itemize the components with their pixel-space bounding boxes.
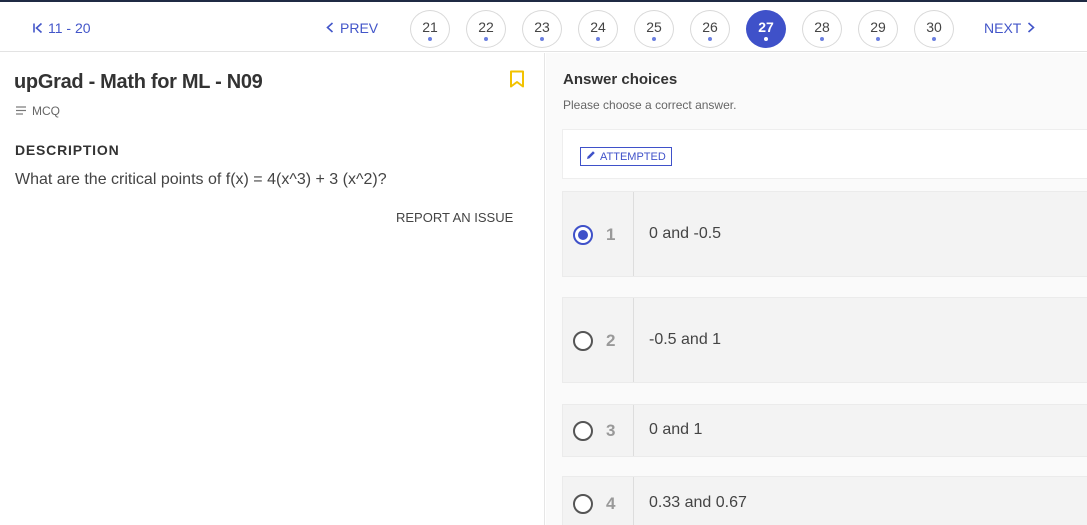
next-label: NEXT bbox=[984, 20, 1022, 36]
option-text: 0 and -0.5 bbox=[649, 225, 722, 242]
question-panel: upGrad - Math for ML - N09 MCQ DESCRIPTI… bbox=[0, 53, 545, 525]
question-type: MCQ bbox=[16, 104, 60, 118]
question-navigation-bar: 11 - 20 PREV 21 22 23 24 25 26 27 28 29 … bbox=[0, 0, 1087, 52]
status-box: ATTEMPTED bbox=[562, 129, 1087, 179]
page-button-27-current[interactable]: 27 bbox=[746, 10, 786, 48]
option-index: 2 bbox=[606, 331, 616, 350]
page-button-22[interactable]: 22 bbox=[466, 10, 506, 48]
page-button-26[interactable]: 26 bbox=[690, 10, 730, 48]
question-text: What are the critical points of f(x) = 4… bbox=[15, 171, 387, 188]
page-button-30[interactable]: 30 bbox=[914, 10, 954, 48]
chevron-right-icon bbox=[1027, 20, 1036, 36]
attempted-label: ATTEMPTED bbox=[600, 150, 666, 163]
range-selector[interactable]: 11 - 20 bbox=[32, 20, 91, 36]
attempt-dot bbox=[540, 37, 544, 41]
page-button-28[interactable]: 28 bbox=[802, 10, 842, 48]
attempt-dot bbox=[708, 37, 712, 41]
option-text: 0.33 and 0.67 bbox=[649, 494, 747, 511]
attempt-dot bbox=[652, 37, 656, 41]
question-type-label: MCQ bbox=[32, 104, 60, 118]
range-label: 11 - 20 bbox=[48, 20, 91, 36]
prev-button[interactable]: PREV bbox=[326, 20, 378, 36]
answer-panel: Answer choices Please choose a correct a… bbox=[546, 53, 1087, 525]
attempt-dot bbox=[428, 37, 432, 41]
option-text: -0.5 and 1 bbox=[649, 331, 722, 348]
next-button[interactable]: NEXT bbox=[984, 20, 1036, 36]
answer-option-2[interactable]: 2 -0.5 and 1 bbox=[562, 297, 1087, 383]
answer-choices-subheading: Please choose a correct answer. bbox=[563, 98, 737, 112]
first-page-icon bbox=[32, 22, 44, 34]
page-number: 26 bbox=[702, 19, 718, 35]
description-heading: DESCRIPTION bbox=[15, 142, 120, 158]
radio-button[interactable] bbox=[573, 331, 593, 351]
option-divider bbox=[633, 298, 634, 382]
page-button-25[interactable]: 25 bbox=[634, 10, 674, 48]
option-index: 4 bbox=[606, 494, 616, 513]
answer-choices-heading: Answer choices bbox=[563, 71, 678, 88]
page-number: 23 bbox=[534, 19, 550, 35]
chevron-left-icon bbox=[326, 20, 334, 36]
page-number: 28 bbox=[814, 19, 830, 35]
page-number: 24 bbox=[590, 19, 606, 35]
list-icon bbox=[16, 104, 26, 118]
option-divider bbox=[633, 477, 634, 525]
page-number: 27 bbox=[758, 19, 774, 35]
prev-label: PREV bbox=[340, 20, 379, 36]
pencil-icon bbox=[586, 150, 596, 163]
question-title: upGrad - Math for ML - N09 bbox=[14, 71, 263, 93]
page-number: 25 bbox=[646, 19, 662, 35]
page-button-23[interactable]: 23 bbox=[522, 10, 562, 48]
answer-option-3[interactable]: 3 0 and 1 bbox=[562, 404, 1087, 457]
option-divider bbox=[633, 405, 634, 456]
page-list: 21 22 23 24 25 26 27 28 29 30 bbox=[410, 10, 954, 48]
page-number: 30 bbox=[926, 19, 942, 35]
radio-button[interactable] bbox=[573, 421, 593, 441]
radio-button-selected[interactable] bbox=[573, 225, 593, 245]
page-number: 22 bbox=[478, 19, 494, 35]
answer-option-4[interactable]: 4 0.33 and 0.67 bbox=[562, 476, 1087, 525]
attempt-dot bbox=[764, 37, 768, 41]
option-text: 0 and 1 bbox=[649, 421, 703, 438]
attempt-dot bbox=[932, 37, 936, 41]
radio-button[interactable] bbox=[573, 494, 593, 514]
attempted-badge: ATTEMPTED bbox=[580, 147, 672, 166]
bookmark-icon[interactable] bbox=[509, 70, 525, 88]
attempt-dot bbox=[820, 37, 824, 41]
report-issue-link[interactable]: REPORT AN ISSUE bbox=[396, 210, 513, 225]
page-number: 29 bbox=[870, 19, 886, 35]
page-button-24[interactable]: 24 bbox=[578, 10, 618, 48]
option-divider bbox=[633, 192, 634, 276]
attempt-dot bbox=[876, 37, 880, 41]
attempt-dot bbox=[596, 37, 600, 41]
page-number: 21 bbox=[422, 19, 438, 35]
attempt-dot bbox=[484, 37, 488, 41]
option-index: 1 bbox=[606, 225, 616, 244]
answer-option-1[interactable]: 1 0 and -0.5 bbox=[562, 191, 1087, 277]
page-button-29[interactable]: 29 bbox=[858, 10, 898, 48]
page-button-21[interactable]: 21 bbox=[410, 10, 450, 48]
option-index: 3 bbox=[606, 421, 616, 440]
